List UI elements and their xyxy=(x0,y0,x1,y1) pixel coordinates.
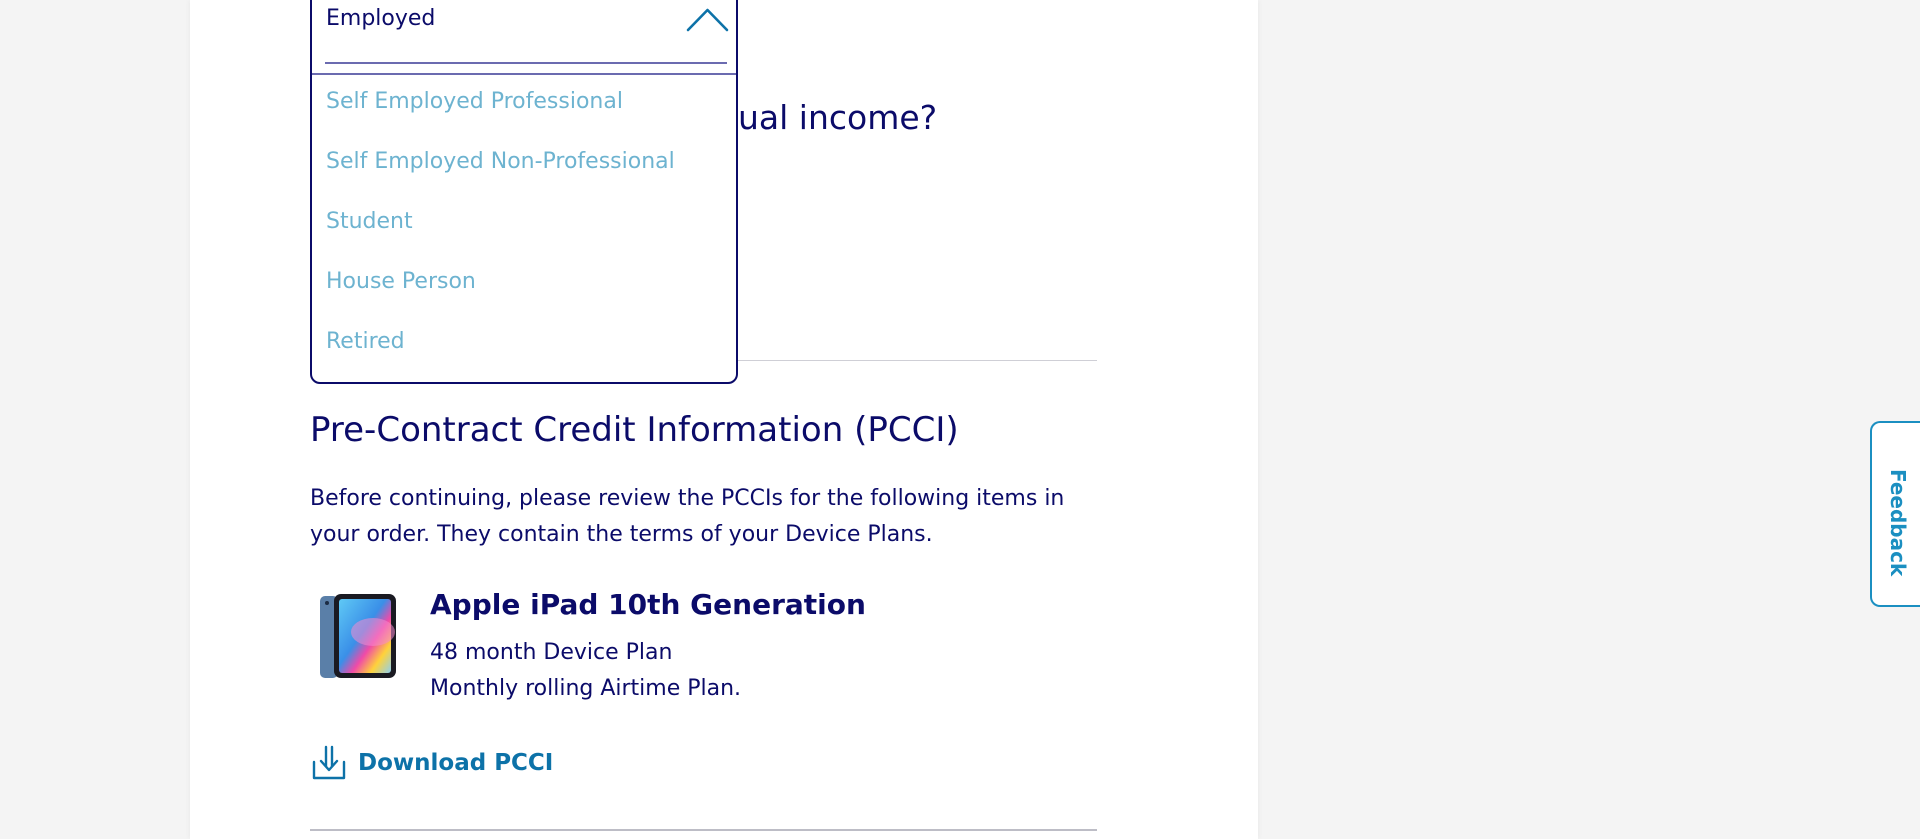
airtime-plan-text: Monthly rolling Airtime Plan. xyxy=(430,676,742,701)
chevron-up-icon[interactable] xyxy=(685,5,730,33)
dropdown-option[interactable]: House Person xyxy=(326,269,476,294)
download-pcci-label: Download PCCI xyxy=(358,750,554,776)
annual-income-question: ual income? xyxy=(738,98,938,137)
download-icon xyxy=(312,745,346,780)
product-name: Apple iPad 10th Generation xyxy=(430,588,866,621)
section-divider-bottom xyxy=(310,829,1097,831)
dropdown-separator xyxy=(312,73,736,75)
dropdown-option[interactable]: Student xyxy=(326,209,413,234)
pcci-description: Before continuing, please review the PCC… xyxy=(310,486,1065,547)
dropdown-selected-value[interactable]: Employed xyxy=(326,6,435,31)
employment-status-dropdown[interactable]: Employed Self Employed Professional Self… xyxy=(310,0,738,384)
dropdown-option[interactable]: Self Employed Non-Professional xyxy=(326,149,675,174)
pcci-heading: Pre-Contract Credit Information (PCCI) xyxy=(310,410,959,450)
download-pcci-link[interactable]: Download PCCI xyxy=(310,743,553,783)
device-plan-text: 48 month Device Plan xyxy=(430,640,673,665)
ipad-icon xyxy=(320,594,396,678)
dropdown-option[interactable]: Self Employed Professional xyxy=(326,89,623,114)
dropdown-input-underline xyxy=(325,62,727,64)
feedback-tab[interactable]: Feedback xyxy=(1870,421,1920,607)
feedback-label: Feedback xyxy=(1886,469,1910,577)
dropdown-option[interactable]: Retired xyxy=(326,329,405,354)
